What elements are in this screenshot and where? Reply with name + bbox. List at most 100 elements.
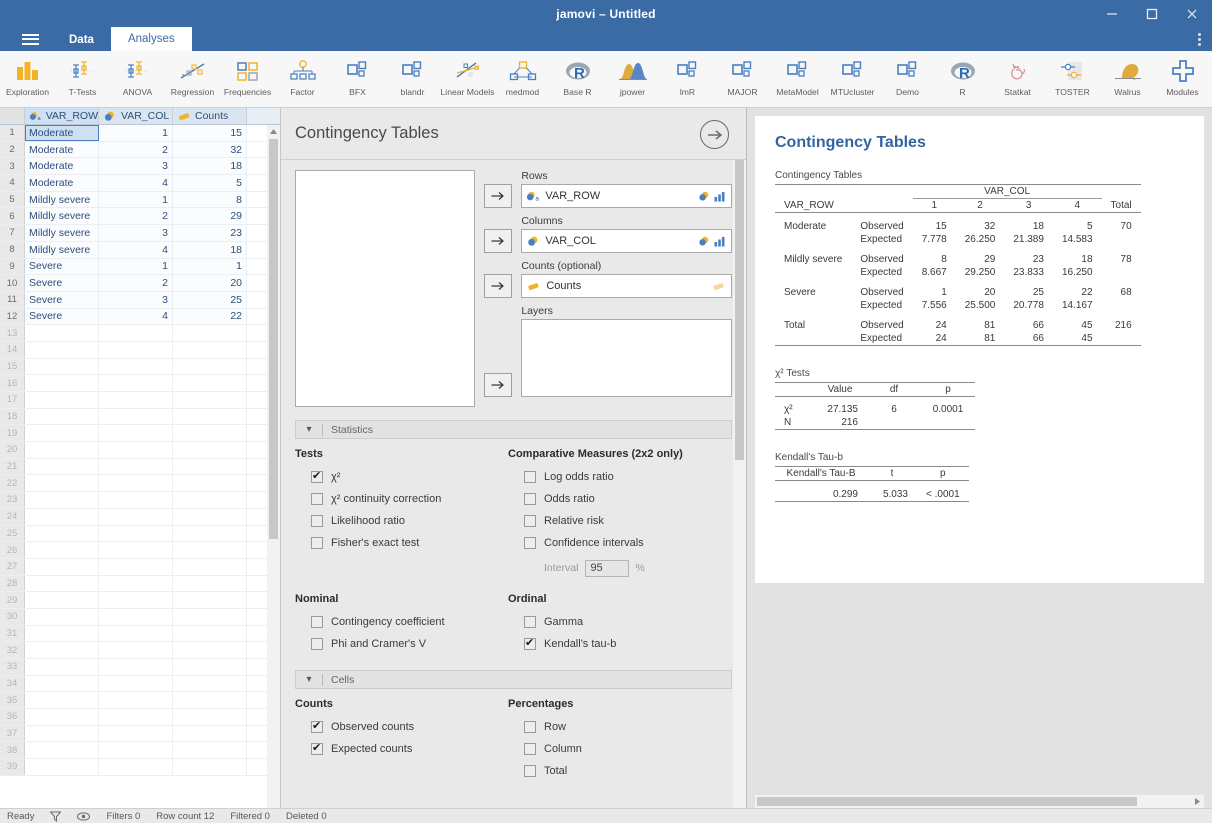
ribbon-button-regression[interactable]: Regression: [165, 53, 220, 107]
section-header-cells[interactable]: ▾ Cells: [295, 670, 732, 689]
spreadsheet-row[interactable]: 11 Severe 3 25: [0, 291, 280, 309]
variable-pool-list[interactable]: [295, 170, 476, 407]
scroll-right-arrow-icon[interactable]: [1191, 795, 1204, 808]
spreadsheet-row[interactable]: 38: [0, 742, 280, 760]
cell-var-col[interactable]: [99, 625, 173, 642]
cell-var-col[interactable]: [99, 642, 173, 658]
cell-counts[interactable]: [173, 341, 247, 358]
close-icon[interactable]: [1172, 0, 1212, 27]
results-document[interactable]: Contingency Tables Contingency Tables VA…: [755, 116, 1204, 583]
spreadsheet-row[interactable]: 37: [0, 725, 280, 743]
ribbon-button-statkat[interactable]: Statkat: [990, 53, 1045, 107]
cell-counts[interactable]: 18: [173, 241, 247, 258]
checkbox[interactable]: [311, 493, 323, 505]
ribbon-button-lmr[interactable]: lmR: [660, 53, 715, 107]
cell-var-row[interactable]: Moderate: [25, 175, 99, 191]
ribbon-button-factor[interactable]: Factor: [275, 53, 330, 107]
cell-counts[interactable]: [173, 475, 247, 492]
cell-counts[interactable]: [173, 408, 247, 425]
cell-var-col[interactable]: [99, 325, 173, 341]
funnel-icon[interactable]: [50, 811, 62, 822]
spreadsheet-row[interactable]: 32: [0, 642, 280, 659]
cell-counts[interactable]: [173, 492, 247, 508]
spreadsheet-row[interactable]: 6 Mildly severe 2 29: [0, 208, 280, 226]
cell-var-col[interactable]: 3: [99, 291, 173, 308]
cell-counts[interactable]: [173, 592, 247, 608]
checkbox-test-likelihood-ratio[interactable]: Likelihood ratio: [295, 510, 508, 532]
rows-variable-box[interactable]: a VAR_ROW: [521, 184, 732, 208]
spreadsheet-row[interactable]: 17: [0, 392, 280, 409]
assign-counts-button[interactable]: [484, 274, 513, 298]
checkbox[interactable]: [311, 469, 323, 483]
cell-var-row[interactable]: [25, 608, 99, 625]
spreadsheet-row[interactable]: 26: [0, 542, 280, 559]
cell-counts[interactable]: [173, 508, 247, 525]
cell-var-row[interactable]: [25, 508, 99, 525]
spreadsheet-row[interactable]: 28: [0, 575, 280, 593]
cell-var-col[interactable]: 1: [99, 258, 173, 275]
cell-counts[interactable]: [173, 425, 247, 442]
checkbox-nominal-phi-and-cramer-s-v[interactable]: Phi and Cramer's V: [295, 633, 508, 655]
cell-var-row[interactable]: [25, 475, 99, 492]
spreadsheet-row[interactable]: 1 Moderate 1 15: [0, 125, 280, 142]
ribbon-button-toster[interactable]: TOSTER: [1045, 53, 1100, 107]
spreadsheet-row[interactable]: 33: [0, 659, 280, 676]
ribbon-button-linear-models[interactable]: Linear Models: [440, 53, 495, 107]
minimize-icon[interactable]: [1092, 0, 1132, 27]
checkbox[interactable]: [311, 719, 323, 733]
spreadsheet-vertical-scrollbar[interactable]: [267, 125, 280, 808]
cell-var-row[interactable]: [25, 542, 99, 558]
checkbox-test-fisher-s-exact-test[interactable]: Fisher's exact test: [295, 532, 508, 554]
ribbon-button-blandr[interactable]: blandr: [385, 53, 440, 107]
cell-var-col[interactable]: 2: [99, 141, 173, 158]
cell-var-col[interactable]: 4: [99, 175, 173, 191]
cell-var-row[interactable]: [25, 592, 99, 608]
spreadsheet-row[interactable]: 31: [0, 625, 280, 643]
cell-counts[interactable]: [173, 392, 247, 408]
tab-analyses[interactable]: Analyses: [110, 27, 192, 51]
scrollbar-thumb[interactable]: [735, 160, 744, 460]
cell-var-col[interactable]: [99, 508, 173, 525]
checkbox-nominal-contingency-coefficient[interactable]: Contingency coefficient: [295, 611, 508, 633]
cell-counts[interactable]: [173, 659, 247, 675]
spreadsheet-row[interactable]: 22: [0, 475, 280, 493]
spreadsheet-row[interactable]: 13: [0, 325, 280, 342]
cell-var-row[interactable]: Severe: [25, 258, 99, 275]
cell-var-row[interactable]: [25, 558, 99, 575]
cell-counts[interactable]: [173, 675, 247, 692]
cell-var-row[interactable]: [25, 425, 99, 442]
cell-counts[interactable]: [173, 642, 247, 658]
cell-var-row[interactable]: Moderate: [25, 125, 99, 141]
cell-var-row[interactable]: [25, 575, 99, 592]
checkbox-test-[interactable]: χ²: [295, 466, 508, 488]
hamburger-menu-icon[interactable]: [8, 27, 52, 51]
spreadsheet-row[interactable]: 7 Mildly severe 3 23: [0, 225, 280, 242]
assign-rows-button[interactable]: [484, 184, 513, 208]
spreadsheet-row[interactable]: 29: [0, 592, 280, 609]
checkbox[interactable]: [524, 537, 536, 549]
ribbon-button-frequencies[interactable]: Frequencies: [220, 53, 275, 107]
spreadsheet-row[interactable]: 24: [0, 508, 280, 526]
cell-var-row[interactable]: [25, 325, 99, 341]
checkbox-percentages-column[interactable]: Column: [508, 738, 732, 760]
cell-counts[interactable]: [173, 375, 247, 391]
cell-var-row[interactable]: Severe: [25, 291, 99, 308]
cell-var-col[interactable]: [99, 592, 173, 608]
cell-counts[interactable]: [173, 458, 247, 475]
cell-counts[interactable]: 25: [173, 291, 247, 308]
interval-input[interactable]: 95: [585, 559, 630, 577]
cell-var-col[interactable]: [99, 725, 173, 742]
column-header-var-col[interactable]: VAR_COL: [99, 108, 173, 124]
cell-counts[interactable]: 18: [173, 158, 247, 175]
cell-var-row[interactable]: [25, 725, 99, 742]
cell-var-row[interactable]: [25, 642, 99, 658]
ribbon-button-t-tests[interactable]: T-Tests: [55, 53, 110, 107]
spreadsheet-row[interactable]: 39: [0, 759, 280, 776]
checkbox-ordinal-kendall-s-tau-b[interactable]: Kendall's tau-b: [508, 633, 732, 655]
checkbox-ordinal-gamma[interactable]: Gamma: [508, 611, 732, 633]
ribbon-button-bfx[interactable]: BFX: [330, 53, 385, 107]
ribbon-button-medmod[interactable]: medmod: [495, 53, 550, 107]
cell-var-row[interactable]: Mildly severe: [25, 225, 99, 241]
ribbon-button-walrus[interactable]: Walrus: [1100, 53, 1155, 107]
cell-counts[interactable]: [173, 608, 247, 625]
